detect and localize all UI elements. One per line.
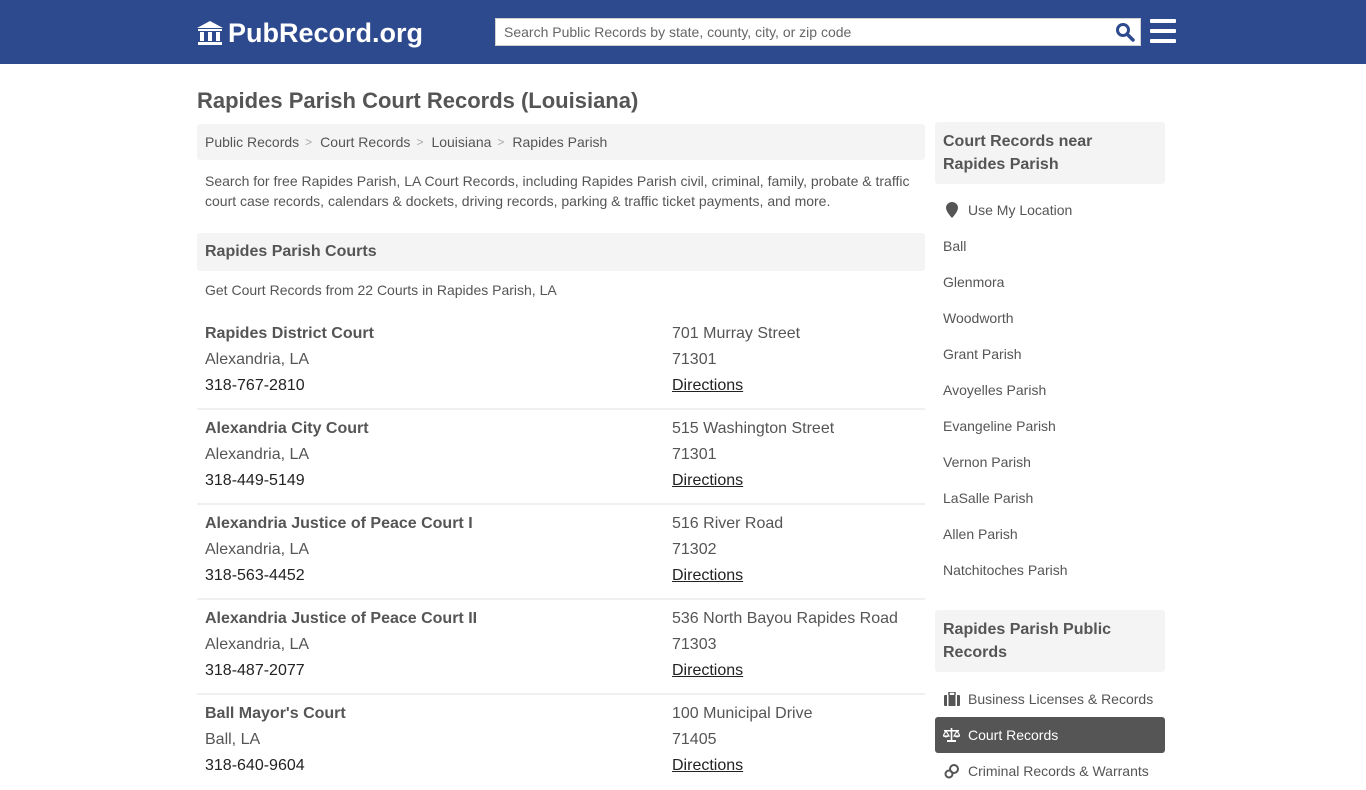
breadcrumb-separator: >: [497, 135, 505, 149]
court-address: 536 North Bayou Rapides Road: [672, 610, 898, 627]
court-zip: 71301: [672, 351, 717, 368]
courthouse-icon: [197, 21, 223, 45]
court-city: Alexandria, LA: [205, 636, 310, 653]
breadcrumb-current: Rapides Parish: [512, 134, 608, 150]
public-records-label: Criminal Records & Warrants: [968, 763, 1149, 779]
court-list-item: Rapides District Court Alexandria, LA 31…: [197, 315, 925, 410]
menu-icon-bar: [1150, 29, 1176, 33]
court-city: Alexandria, LA: [205, 351, 310, 368]
public-records-label: Business Licenses & Records: [968, 691, 1154, 707]
court-city: Alexandria, LA: [205, 446, 310, 463]
sidebar: Court Records near Rapides Parish Use My…: [935, 122, 1165, 789]
court-list-item: Alexandria City Court Alexandria, LA 318…: [197, 410, 925, 505]
court-city: Ball, LA: [205, 731, 261, 748]
court-name: Alexandria City Court: [205, 420, 369, 437]
court-address: 515 Washington Street: [672, 420, 835, 437]
nearby-link[interactable]: Glenmora: [935, 264, 1165, 300]
intro-text: Search for free Rapides Parish, LA Court…: [205, 173, 910, 209]
directions-link[interactable]: Directions: [672, 662, 743, 679]
court-phone[interactable]: 318-767-2810: [205, 373, 672, 399]
search-button[interactable]: [1110, 19, 1140, 45]
top-navbar: PubRecord.org: [0, 0, 1366, 64]
court-address: 516 River Road: [672, 515, 784, 532]
scales-icon: [943, 727, 960, 743]
nearby-list: Use My Location Ball Glenmora Woodworth …: [935, 192, 1165, 588]
court-list: Rapides District Court Alexandria, LA 31…: [197, 315, 925, 790]
briefcase-icon: [943, 691, 960, 707]
public-records-criminal-records[interactable]: Criminal Records & Warrants: [935, 753, 1165, 789]
menu-icon-bar: [1150, 19, 1176, 23]
use-my-location-label: Use My Location: [968, 202, 1073, 218]
directions-link[interactable]: Directions: [672, 472, 743, 489]
court-name: Alexandria Justice of Peace Court II: [205, 610, 478, 627]
logo-text: PubRecord.org: [228, 17, 424, 48]
breadcrumb-court-records[interactable]: Court Records: [320, 134, 410, 150]
court-zip: 71405: [672, 731, 717, 748]
nearby-link[interactable]: Ball: [935, 228, 1165, 264]
court-zip: 71303: [672, 636, 717, 653]
court-list-item: Alexandria Justice of Peace Court II Ale…: [197, 600, 925, 695]
court-zip: 71302: [672, 541, 717, 558]
breadcrumb-separator: >: [416, 135, 424, 149]
hamburger-menu-button[interactable]: [1150, 19, 1176, 43]
breadcrumb-separator: >: [305, 135, 313, 149]
courts-section-heading: Rapides Parish Courts: [197, 233, 925, 271]
court-phone[interactable]: 318-449-5149: [205, 468, 672, 494]
court-city: Alexandria, LA: [205, 541, 310, 558]
page-title: Rapides Parish Court Records (Louisiana): [197, 88, 639, 113]
menu-icon-bar: [1150, 39, 1176, 43]
nearby-link[interactable]: Woodworth: [935, 300, 1165, 336]
main-content: Public Records > Court Records > Louisia…: [197, 124, 925, 790]
breadcrumb: Public Records > Court Records > Louisia…: [197, 124, 925, 160]
nearby-link[interactable]: Grant Parish: [935, 336, 1165, 372]
public-records-court-records[interactable]: Court Records: [935, 717, 1165, 753]
courts-count-text: Get Court Records from 22 Courts in Rapi…: [205, 282, 557, 298]
handcuffs-icon: [943, 763, 960, 779]
nearby-link[interactable]: LaSalle Parish: [935, 480, 1165, 516]
nearby-link[interactable]: Avoyelles Parish: [935, 372, 1165, 408]
nearby-link[interactable]: Evangeline Parish: [935, 408, 1165, 444]
court-address: 100 Municipal Drive: [672, 705, 813, 722]
nearby-link[interactable]: Natchitoches Parish: [935, 552, 1165, 588]
nearby-heading: Court Records near Rapides Parish: [935, 122, 1165, 184]
directions-link[interactable]: Directions: [672, 567, 743, 584]
public-records-list: Business Licenses & Records Court Record…: [935, 681, 1165, 789]
court-phone[interactable]: 318-640-9604: [205, 753, 672, 779]
public-records-label: Court Records: [968, 727, 1059, 743]
search-input[interactable]: [496, 19, 1110, 45]
site-logo[interactable]: PubRecord.org: [196, 17, 423, 49]
search-bar: [495, 18, 1141, 46]
breadcrumb-public-records[interactable]: Public Records: [205, 134, 299, 150]
court-address: 701 Murray Street: [672, 325, 801, 342]
court-name: Ball Mayor's Court: [205, 705, 346, 722]
breadcrumb-louisiana[interactable]: Louisiana: [431, 134, 491, 150]
nearby-link[interactable]: Allen Parish: [935, 516, 1165, 552]
court-phone[interactable]: 318-563-4452: [205, 563, 672, 589]
court-zip: 71301: [672, 446, 717, 463]
directions-link[interactable]: Directions: [672, 757, 743, 774]
nearby-link[interactable]: Vernon Parish: [935, 444, 1165, 480]
directions-link[interactable]: Directions: [672, 377, 743, 394]
use-my-location-link[interactable]: Use My Location: [935, 192, 1165, 228]
search-icon: [1116, 23, 1135, 42]
map-marker-icon: [943, 202, 960, 218]
public-records-heading: Rapides Parish Public Records: [935, 610, 1165, 672]
public-records-business-licenses[interactable]: Business Licenses & Records: [935, 681, 1165, 717]
court-list-item: Alexandria Justice of Peace Court I Alex…: [197, 505, 925, 600]
court-phone[interactable]: 318-487-2077: [205, 658, 672, 684]
court-name: Alexandria Justice of Peace Court I: [205, 515, 473, 532]
court-list-item: Ball Mayor's Court Ball, LA 318-640-9604…: [197, 695, 925, 790]
court-name: Rapides District Court: [205, 325, 374, 342]
